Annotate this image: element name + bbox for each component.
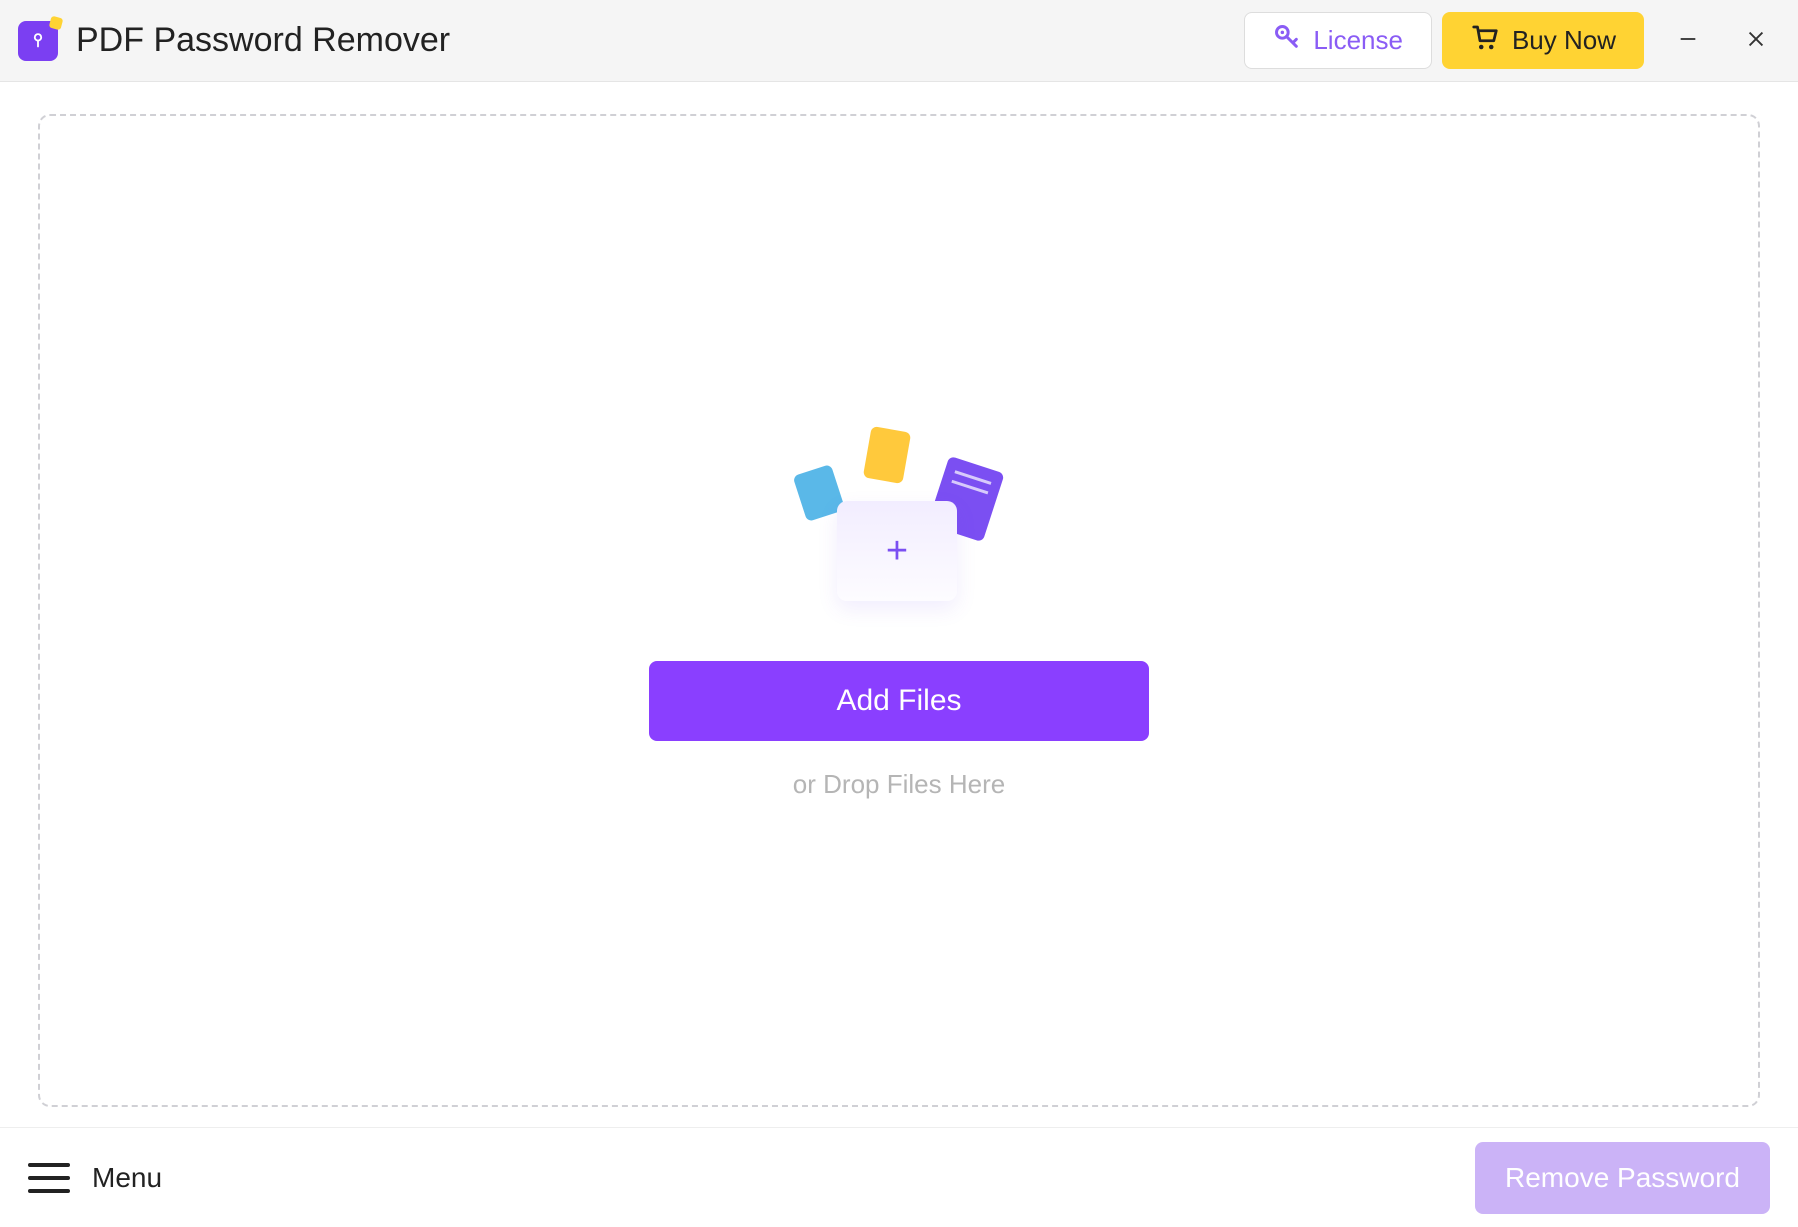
titlebar-buttons: License Buy Now (1244, 12, 1780, 69)
minimize-button[interactable] (1664, 17, 1712, 65)
license-button-label: License (1313, 25, 1403, 56)
titlebar: PDF Password Remover License Buy Now (0, 0, 1798, 82)
cart-icon (1470, 22, 1500, 59)
app-logo-icon (18, 21, 58, 61)
files-illustration-icon: + (779, 421, 1019, 621)
footer-bar: Menu Remove Password (0, 1127, 1798, 1227)
license-button[interactable]: License (1244, 12, 1432, 69)
drop-hint-text: or Drop Files Here (793, 769, 1005, 800)
main-area: + Add Files or Drop Files Here (0, 82, 1798, 1127)
add-files-button[interactable]: Add Files (649, 661, 1149, 741)
remove-password-button[interactable]: Remove Password (1475, 1142, 1770, 1214)
key-icon (1273, 23, 1301, 58)
hamburger-icon (28, 1163, 70, 1193)
dropzone[interactable]: + Add Files or Drop Files Here (38, 114, 1760, 1107)
app-title: PDF Password Remover (76, 21, 1244, 60)
menu-button-label: Menu (92, 1162, 162, 1194)
close-icon (1745, 28, 1767, 53)
menu-button[interactable]: Menu (28, 1162, 162, 1194)
buy-now-button-label: Buy Now (1512, 25, 1616, 56)
minimize-icon (1677, 28, 1699, 53)
close-button[interactable] (1732, 17, 1780, 65)
buy-now-button[interactable]: Buy Now (1442, 12, 1644, 69)
